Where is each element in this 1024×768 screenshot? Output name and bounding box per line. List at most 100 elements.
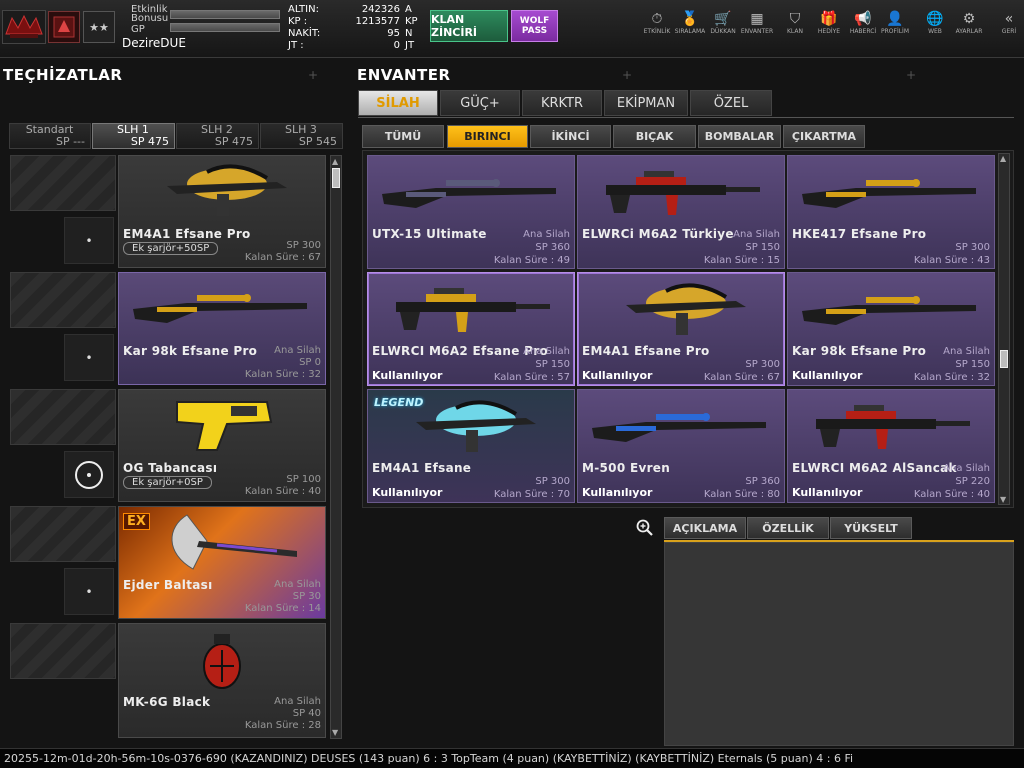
inventory-item-card[interactable]: EM4A1 Efsane Pro SP 300 Kalan Süre : 67 Kul…: [577, 272, 785, 386]
detail-tab-2[interactable]: YÜKSELT: [830, 517, 912, 539]
nav-gift-button[interactable]: 🎁 HEDİYE: [810, 10, 848, 42]
currency-panel: ALTIN: 242326 A KP : 1213577 KP NAKİT: 95 N JT : 0…: [288, 4, 418, 52]
slot-placeholder[interactable]: [10, 389, 116, 445]
inventory-scrollbar[interactable]: ▲ ▼: [998, 153, 1010, 505]
attachment-slot[interactable]: •: [64, 217, 114, 264]
weapon-sp: SP 40: [292, 708, 321, 719]
filter-tab-3[interactable]: BIÇAK: [613, 125, 696, 148]
weapon-time: Kalan Süre : 14: [244, 603, 321, 614]
loadout-tab-0[interactable]: Standart SP ---: [9, 123, 91, 149]
slot-placeholder[interactable]: [10, 623, 116, 679]
equipped-weapon-card[interactable]: MK-6G Black Ana Silah SP 40 Kalan Süre : 28: [118, 623, 326, 738]
filter-tab-1[interactable]: BIRINCI: [447, 125, 528, 148]
filter-tab-0[interactable]: TÜMÜ: [362, 125, 444, 148]
item-time: Kalan Süre : 40: [913, 489, 990, 500]
item-time: Kalan Süre : 70: [493, 489, 570, 500]
weapon-image: [119, 273, 325, 343]
inventory-scroll-thumb[interactable]: [1000, 350, 1008, 368]
nav-label: AYARLAR: [955, 28, 983, 35]
gp-label: GP: [131, 24, 145, 35]
equipped-weapon-card[interactable]: EX Ejder Baltası Ana Silah SP 30 Kalan Süre …: [118, 506, 326, 619]
item-stats: SP 300 Kalan Süre : 43: [914, 228, 990, 267]
filter-tab-2[interactable]: İKİNCİ: [530, 125, 611, 148]
nav-cart-button[interactable]: 🛒 DÜKKAN: [704, 10, 742, 42]
inventory-item-card[interactable]: M-500 Evren SP 360 Kalan Süre : 80 Kullanıl…: [577, 389, 785, 503]
weapon-sp: SP 30: [292, 591, 321, 602]
nav-inventory-button[interactable]: ▦ ENVANTER: [738, 10, 776, 42]
attachment-slot[interactable]: [64, 451, 114, 498]
inventory-item-card[interactable]: ELWRCI M6A2 AlSancak Ana Silah SP 220 Kalan…: [787, 389, 995, 503]
extra-magazine-badge: Ek şarjör+50SP: [123, 242, 219, 255]
zoom-icon[interactable]: [636, 519, 654, 541]
currency-label: NAKİT:: [288, 28, 321, 39]
equipment-scroll-thumb[interactable]: [332, 168, 340, 188]
attachment-slot[interactable]: •: [64, 568, 114, 615]
item-time: Kalan Süre : 15: [703, 255, 780, 266]
nav-gear-button[interactable]: ⚙ AYARLAR: [950, 10, 988, 42]
equipped-weapon-card[interactable]: OG Tabancası Ek şarjör+0SP SP 100 Kalan Sür…: [118, 389, 326, 502]
loadout-tab-1[interactable]: SLH 1 SP 475: [92, 123, 175, 149]
currency-unit: A: [405, 4, 412, 15]
weapon-image: [119, 390, 325, 460]
item-sp: SP 300: [535, 476, 570, 487]
item-stats: SP 300 Kalan Süre : 70: [494, 462, 570, 501]
nav-label: SIRALAMA: [674, 28, 706, 35]
inventory-tab-1[interactable]: GÜÇ+: [440, 90, 520, 116]
loadout-tab-sp: SP ---: [55, 135, 85, 148]
filter-tab-5[interactable]: ÇIKARTMA: [783, 125, 865, 148]
wolf-pass-button[interactable]: WOLF PASS: [511, 10, 558, 42]
attachment-slot[interactable]: •: [64, 334, 114, 381]
nav-globe-button[interactable]: 🌐 WEB: [916, 10, 954, 42]
inventory-item-card[interactable]: ELWRCi M6A2 Türkiye Ana Silah SP 150 Kalan …: [577, 155, 785, 269]
inventory-item-card[interactable]: HKE417 Efsane Pro SP 300 Kalan Süre : 43: [787, 155, 995, 269]
weapon-image: [368, 273, 574, 347]
news-ticker: 20255-12m-01d-20h-56m-10s-0376-690 (KAZA…: [0, 748, 1024, 768]
inventory-title: ENVANTER: [357, 66, 451, 84]
currency-value: 242326: [361, 4, 400, 15]
in-use-label: Kullanılıyor: [582, 486, 653, 499]
detail-tab-1[interactable]: ÖZELLİK: [747, 517, 829, 539]
inventory-tab-4[interactable]: ÖZEL: [690, 90, 772, 116]
loadout-tab-2[interactable]: SLH 2 SP 475: [176, 123, 259, 149]
item-type: [914, 228, 990, 241]
equipped-weapon-card[interactable]: Kar 98k Efsane Pro Ana Silah SP 0 Kalan Sür…: [118, 272, 326, 385]
weapon-time: Kalan Süre : 28: [244, 720, 321, 731]
slot-placeholder[interactable]: [10, 155, 116, 211]
currency-row: JT : 0 JT: [288, 40, 418, 52]
weapon-time: Kalan Süre : 40: [244, 486, 321, 497]
currency-label: KP :: [288, 16, 308, 27]
equipment-scrollbar[interactable]: ▲ ▼: [330, 155, 342, 739]
inventory-item-card[interactable]: Kar 98k Efsane Pro Ana Silah SP 150 Kalan S…: [787, 272, 995, 386]
inventory-tab-0[interactable]: SİLAH: [358, 90, 438, 116]
inventory-tab-3[interactable]: EKİPMAN: [604, 90, 688, 116]
filter-tab-4[interactable]: BOMBALAR: [698, 125, 781, 148]
loadout-tab-3[interactable]: SLH 3 SP 545: [260, 123, 343, 149]
slot-placeholder[interactable]: [10, 506, 116, 562]
equipped-weapon-card[interactable]: EM4A1 Efsane Pro Ek şarjör+50SP SP 300 Kala…: [118, 155, 326, 268]
weapon-stats: Ana Silah SP 40 Kalan Süre : 28: [245, 696, 321, 732]
rank-stars-icon: ★★: [83, 11, 115, 43]
rank-emblem-icon: [48, 11, 80, 43]
currency-value: 95: [387, 28, 400, 39]
inventory-item-card[interactable]: LEGEND EM4A1 Efsane SP 300 Kalan Süre : 70 K…: [367, 389, 575, 503]
shield-icon: ⛉: [789, 11, 801, 27]
detail-tab-0[interactable]: AÇIKLAMA: [664, 517, 746, 539]
weapon-time: Kalan Süre : 32: [244, 369, 321, 380]
item-sp: SP 150: [535, 359, 570, 370]
klan-zinciri-button[interactable]: KLAN ZİNCİRİ: [430, 10, 508, 42]
inventory-item-card[interactable]: ELWRCI M6A2 Efsane Pro Ana Silah SP 150 Kal…: [367, 272, 575, 386]
weapon-sp: SP 300: [286, 240, 321, 251]
weapon-stats: Ana Silah SP 30 Kalan Süre : 14: [245, 579, 321, 615]
nav-profile-button[interactable]: 👤 PROFİLİM: [876, 10, 914, 42]
nav-label: ENVANTER: [740, 28, 774, 35]
slot-placeholder[interactable]: [10, 272, 116, 328]
inventory-item-card[interactable]: UTX-15 Ultimate Ana Silah SP 360 Kalan Süre…: [367, 155, 575, 269]
nav-shield-button[interactable]: ⛉ KLAN: [776, 10, 814, 42]
nav-back-button[interactable]: «GERİ: [990, 10, 1024, 42]
weapon-image: [119, 156, 325, 226]
item-type: [704, 462, 780, 475]
item-type: Ana Silah: [733, 229, 780, 240]
inventory-tab-2[interactable]: KRKTR: [522, 90, 602, 116]
item-sp: SP 300: [745, 359, 780, 370]
currency-row: NAKİT: 95 N: [288, 28, 418, 40]
